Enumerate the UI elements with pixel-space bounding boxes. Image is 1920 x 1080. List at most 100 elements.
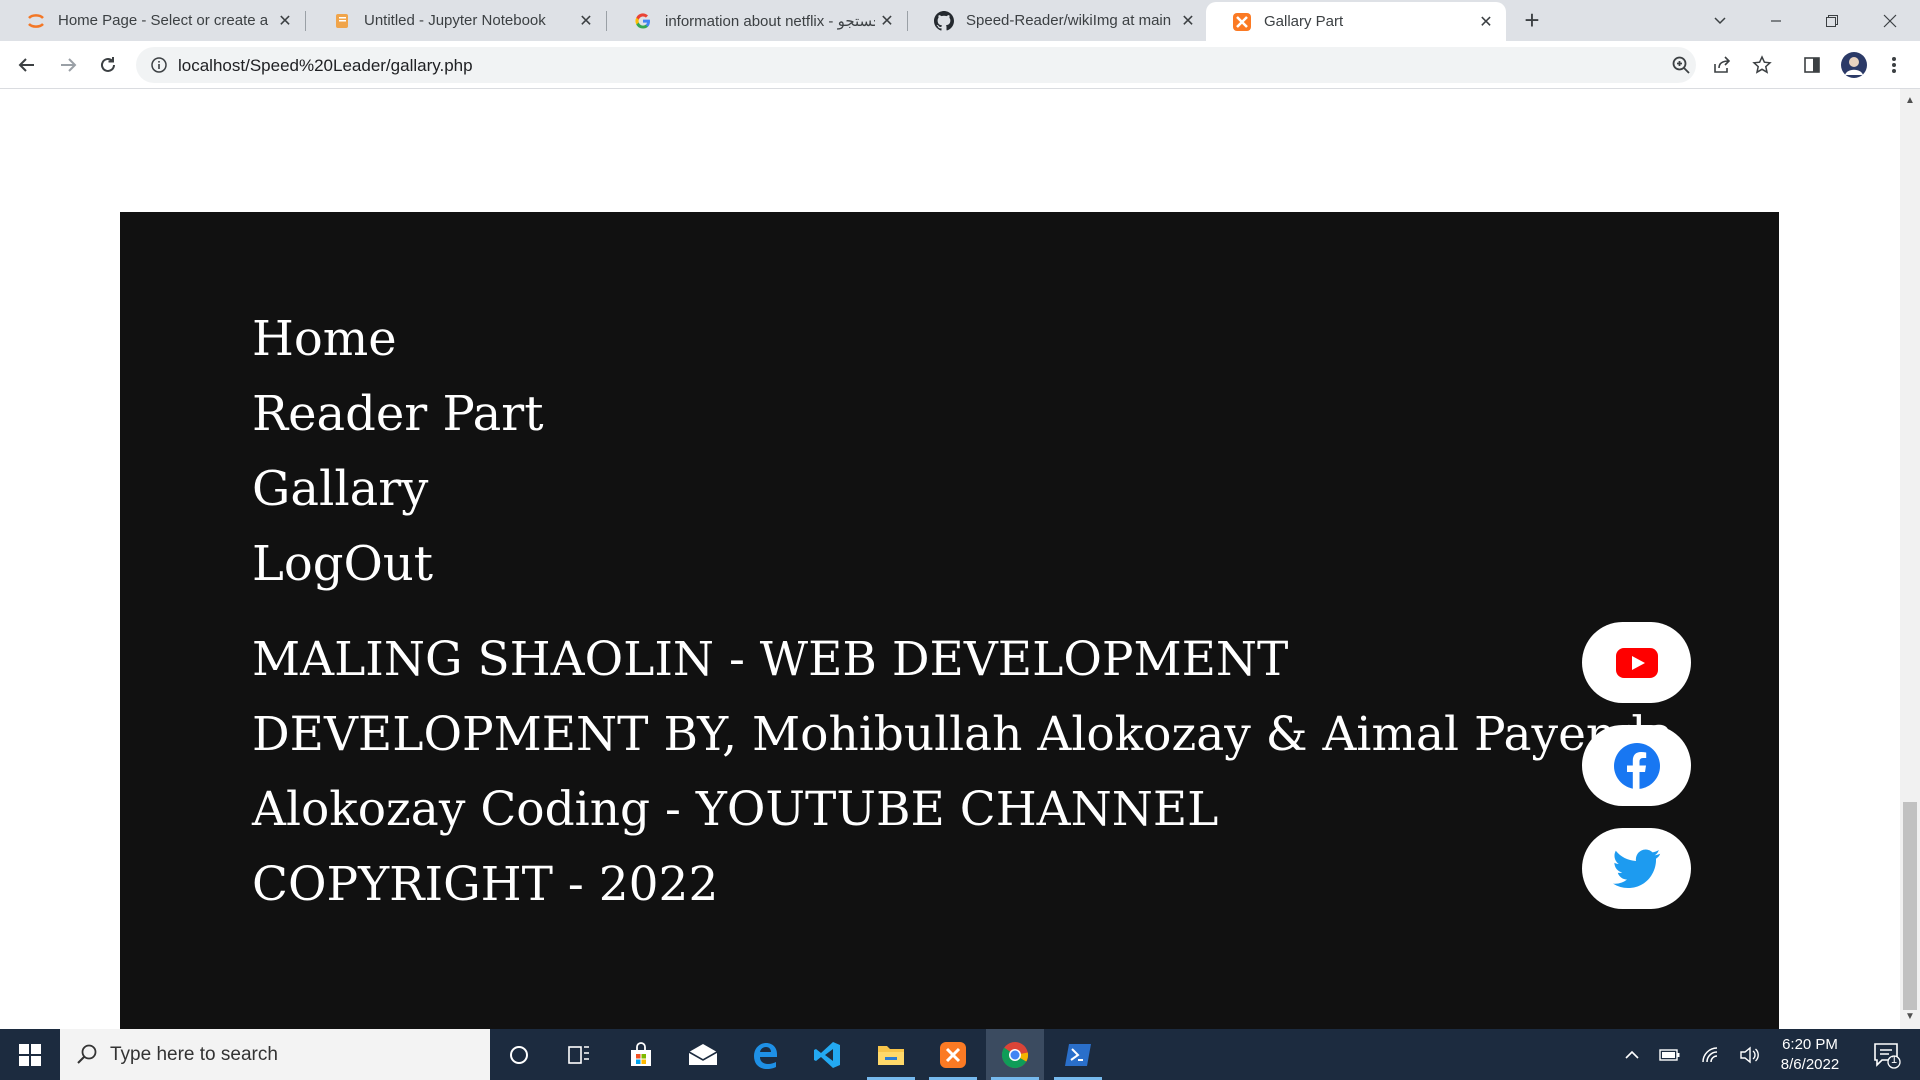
arrow-right-icon <box>61 58 77 72</box>
show-hidden-icons[interactable] <box>1618 1029 1646 1080</box>
browser-toolbar: localhost/Speed%20Leader/gallary.php <box>0 41 1920 89</box>
footer-link-gallary[interactable]: Gallary <box>252 452 544 527</box>
volume-icon <box>1740 1046 1759 1063</box>
tab-title: information about netflix - جستجو <box>665 12 875 30</box>
tab-github[interactable]: Speed-Reader/wikiImg at main · ✕ <box>908 0 1208 41</box>
url-text: localhost/Speed%20Leader/gallary.php <box>178 56 473 75</box>
twitter-button[interactable] <box>1582 828 1691 909</box>
close-icon[interactable]: ✕ <box>1474 12 1498 32</box>
tab-gallary-part[interactable]: Gallary Part ✕ <box>1206 2 1506 41</box>
mail-button[interactable] <box>674 1029 732 1080</box>
side-panel-button[interactable] <box>1800 53 1824 77</box>
footer-link-home[interactable]: Home <box>252 302 544 377</box>
reload-button[interactable] <box>94 51 122 79</box>
more-vert-icon <box>1892 57 1896 73</box>
notebook-icon <box>332 11 352 31</box>
xampp-button[interactable] <box>924 1029 982 1080</box>
restore-button[interactable] <box>1804 0 1860 41</box>
footer-link-logout[interactable]: LogOut <box>252 527 544 602</box>
avatar-icon <box>1841 52 1867 78</box>
forward-button[interactable] <box>54 51 82 79</box>
back-button[interactable] <box>13 51 41 79</box>
address-bar[interactable]: localhost/Speed%20Leader/gallary.php <box>136 47 1696 83</box>
tab-google-search[interactable]: information about netflix - جستجو ✕ <box>607 0 907 41</box>
tab-home-page[interactable]: Home Page - Select or create a n ✕ <box>0 0 305 41</box>
notification-count: 1 <box>1891 1054 1898 1066</box>
close-icon[interactable]: ✕ <box>574 11 598 31</box>
menu-button[interactable] <box>1882 53 1906 77</box>
store-icon <box>631 1041 651 1066</box>
taskbar-clock[interactable]: 6:20 PM 8/6/2022 <box>1760 1035 1860 1075</box>
footer-info: MALING SHAOLIN - WEB DEVELOPMENT DEVELOP… <box>252 622 1674 922</box>
scroll-up-icon[interactable]: ▲ <box>1904 95 1916 107</box>
bookmark-button[interactable] <box>1750 53 1774 77</box>
footer-copyright-line: COPYRIGHT - 2022 <box>252 857 719 912</box>
windows-icon <box>19 1043 41 1066</box>
xampp-icon <box>1232 12 1252 32</box>
close-icon[interactable]: ✕ <box>875 11 899 31</box>
jupyter-icon <box>26 11 46 31</box>
restore-icon <box>1826 14 1838 27</box>
cortana-button[interactable] <box>490 1029 548 1080</box>
chrome-button[interactable] <box>986 1029 1044 1080</box>
notification-icon <box>1874 1042 1901 1069</box>
scrollbar-thumb[interactable] <box>1903 802 1917 1010</box>
tab-search-button[interactable] <box>1692 0 1748 41</box>
taskbar-search[interactable]: Type here to search <box>60 1029 490 1080</box>
star-icon <box>1752 55 1772 74</box>
chevron-up-icon <box>1625 1050 1639 1059</box>
footer-link-reader-part[interactable]: Reader Part <box>252 377 544 452</box>
page-scrollbar[interactable]: ▲ ▼ <box>1900 89 1920 1029</box>
wifi-icon <box>1702 1046 1718 1062</box>
clock-time: 6:20 PM <box>1782 1036 1838 1053</box>
powershell-button[interactable] <box>1049 1029 1107 1080</box>
info-icon[interactable] <box>150 56 168 74</box>
minimize-button[interactable] <box>1748 0 1804 41</box>
tab-title: Untitled - Jupyter Notebook <box>364 12 546 29</box>
scroll-down-icon[interactable]: ▼ <box>1904 1011 1916 1023</box>
github-icon <box>934 10 954 31</box>
close-window-button[interactable] <box>1862 0 1918 41</box>
vscode-button[interactable] <box>798 1029 856 1080</box>
edge-icon <box>754 1042 777 1069</box>
arrow-left-icon <box>18 58 34 72</box>
chevron-down-icon <box>1714 16 1726 24</box>
edge-button[interactable] <box>736 1029 794 1080</box>
windows-taskbar: Type here to search 6:20 PM 8/6/2022 1 <box>0 1029 1920 1080</box>
task-view-button[interactable] <box>550 1029 608 1080</box>
store-button[interactable] <box>612 1029 670 1080</box>
vscode-icon <box>814 1041 840 1068</box>
notification-center-button[interactable]: 1 <box>1862 1029 1912 1080</box>
google-icon <box>633 11 653 31</box>
minimize-icon <box>1771 19 1781 22</box>
battery-icon <box>1659 1048 1680 1061</box>
facebook-button[interactable] <box>1582 725 1691 806</box>
footer-nav: Home Reader Part Gallary LogOut <box>252 302 544 602</box>
footer-channel-line: Alokozay Coding - YOUTUBE CHANNEL <box>252 782 1219 837</box>
zoom-button[interactable] <box>1669 53 1693 77</box>
tab-strip: Home Page - Select or create a n ✕ Untit… <box>0 0 1920 41</box>
cortana-icon <box>510 1045 528 1064</box>
footer-company-line: MALING SHAOLIN - WEB DEVELOPMENT <box>252 632 1289 687</box>
chrome-icon <box>1001 1041 1029 1068</box>
tab-title: Home Page - Select or create a n <box>58 12 273 29</box>
footer-developers-line: DEVELOPMENT BY, Mohibullah Alokozay & Ai… <box>252 707 1675 762</box>
reload-icon <box>101 57 115 72</box>
close-icon[interactable]: ✕ <box>1176 11 1200 31</box>
file-explorer-button[interactable] <box>862 1029 920 1080</box>
tab-untitled-notebook[interactable]: Untitled - Jupyter Notebook ✕ <box>306 0 606 41</box>
network-status[interactable] <box>1696 1029 1726 1080</box>
side-panel-icon <box>1804 57 1820 73</box>
close-icon[interactable]: ✕ <box>273 11 297 31</box>
youtube-button[interactable] <box>1582 622 1691 703</box>
task-view-icon <box>568 1045 589 1064</box>
close-icon <box>1883 14 1897 27</box>
share-button[interactable] <box>1710 53 1734 77</box>
xampp-icon <box>940 1041 966 1068</box>
tab-title: Gallary Part <box>1264 13 1344 30</box>
folder-icon <box>878 1045 904 1065</box>
new-tab-button[interactable]: + <box>1518 6 1546 34</box>
battery-status[interactable] <box>1655 1029 1685 1080</box>
start-button[interactable] <box>0 1029 60 1080</box>
profile-avatar[interactable] <box>1840 51 1868 79</box>
